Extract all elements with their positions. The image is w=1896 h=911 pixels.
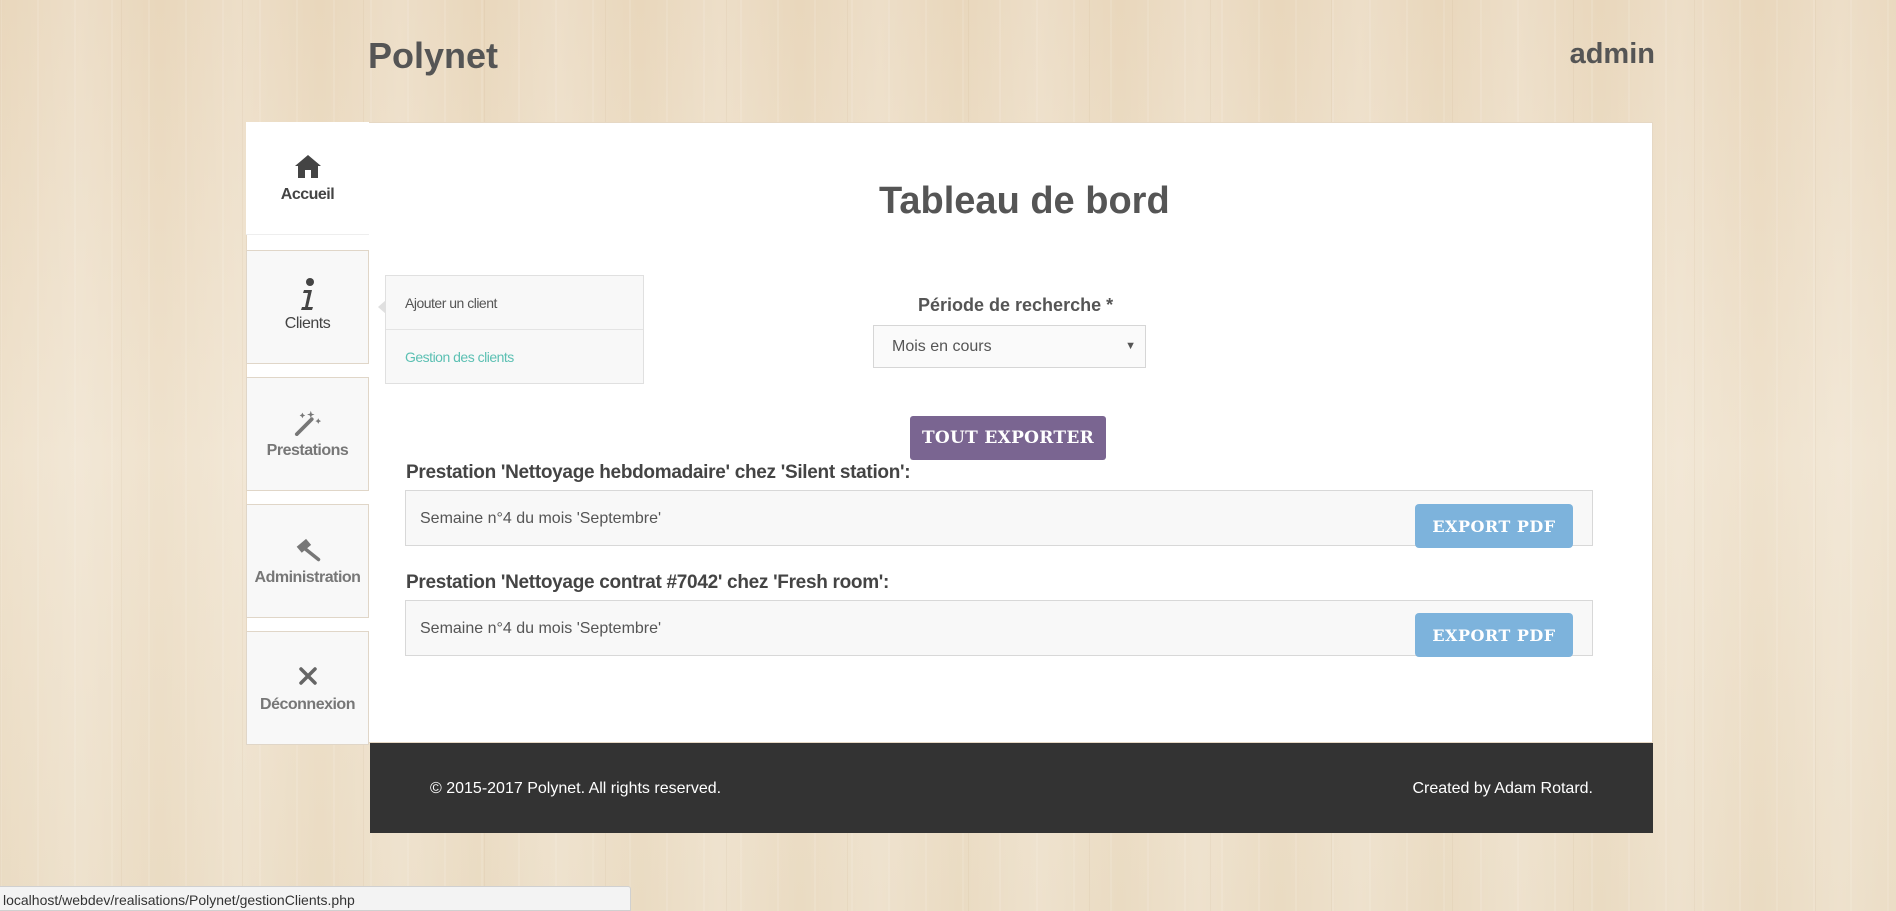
close-icon [294,662,322,690]
prestation-row: Semaine n°4 du mois 'Septembre' EXPORT P… [405,490,1593,548]
nav-tab-accueil[interactable]: Accueil [246,122,369,235]
nav-tab-deconnexion[interactable]: Déconnexion [246,631,369,745]
gavel-icon [294,535,322,563]
home-icon [294,152,322,180]
user-name[interactable]: admin [1570,38,1655,71]
nav-tab-administration[interactable]: Administration [246,504,369,618]
export-pdf-button[interactable]: EXPORT PDF [1415,504,1573,548]
nav-tab-label: Déconnexion [260,696,355,713]
prestation-row: Semaine n°4 du mois 'Septembre' EXPORT P… [405,600,1593,657]
info-icon [294,278,322,310]
dropdown-arrow-icon: ▼ [1125,340,1136,352]
clients-submenu: Ajouter un client Gestion des clients [378,275,644,384]
period-select[interactable]: Mois en cours ▼ [873,325,1146,368]
magic-wand-icon [294,408,322,436]
nav-tab-label: Prestations [266,442,349,459]
page-title: Tableau de bord [879,180,1170,222]
prestation-week: Semaine n°4 du mois 'Septembre' [420,510,662,527]
prestation-title: Prestation 'Nettoyage contrat #7042' che… [406,572,890,593]
submenu-item-gestion-clients[interactable]: Gestion des clients [386,330,643,384]
nav-tab-label: Administration [254,569,361,586]
period-label: Période de recherche * [918,295,1114,315]
period-select-value: Mois en cours [892,337,992,355]
browser-status-bar: localhost/webdev/realisations/Polynet/ge… [0,886,631,911]
footer-credit: Created by Adam Rotard. [1412,780,1593,797]
prestation-week: Semaine n°4 du mois 'Septembre' [420,620,662,637]
footer-copyright: © 2015-2017 Polynet. All rights reserved… [430,780,722,797]
nav-tab-prestations[interactable]: Prestations [246,377,369,491]
nav-tab-label: Clients [284,315,331,332]
export-pdf-button[interactable]: EXPORT PDF [1415,613,1573,657]
site-logo[interactable]: Polynet [368,35,498,77]
nav-tab-clients[interactable]: Clients [246,250,369,364]
nav-tab-label: Accueil [280,186,335,203]
submenu-item-ajouter-client[interactable]: Ajouter un client [386,276,643,330]
prestation-title: Prestation 'Nettoyage hebdomadaire' chez… [406,462,911,483]
export-all-button[interactable]: TOUT EXPORTER [910,416,1106,460]
footer: © 2015-2017 Polynet. All rights reserved… [370,743,1653,833]
